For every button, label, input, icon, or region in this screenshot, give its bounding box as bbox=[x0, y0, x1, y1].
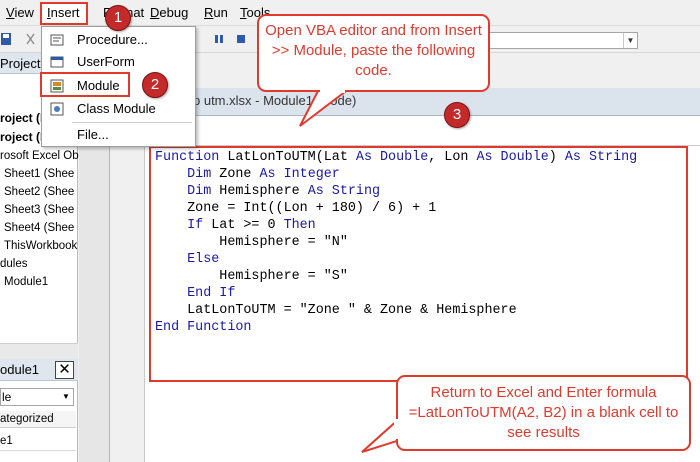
tree-item-modules[interactable]: dules bbox=[0, 256, 28, 273]
callout-instruction-top: Open VBA editor and from Insert >> Modul… bbox=[257, 14, 490, 92]
module-item-highlight bbox=[40, 72, 130, 97]
menu-item-file[interactable]: File... bbox=[42, 123, 195, 147]
tree-item-sheet3[interactable]: Sheet3 (Shee bbox=[4, 202, 74, 219]
code-line: End Function bbox=[155, 320, 252, 335]
code-line: If Lat >= 0 Then bbox=[155, 218, 316, 233]
code-line: End If bbox=[155, 286, 236, 301]
code-window-titlebar: p utm.xlsx - Module1 (Code) bbox=[110, 88, 700, 116]
code-line: Hemisphere = "N" bbox=[155, 235, 348, 250]
code-window-title: p utm.xlsx - Module1 (Code) bbox=[193, 93, 357, 108]
menu-item-procedure[interactable]: Procedure... bbox=[42, 28, 195, 52]
step-badge-2: 2 bbox=[142, 72, 168, 98]
properties-object-value: le bbox=[2, 390, 12, 404]
menu-item-label: File... bbox=[77, 127, 109, 142]
userform-icon bbox=[50, 56, 64, 68]
menu-insert[interactable]: Insert bbox=[47, 5, 80, 21]
step-badge-1: 1 bbox=[105, 5, 131, 31]
menu-item-userform[interactable]: UserForm bbox=[42, 50, 195, 74]
properties-pane-header: odule1 ✕ bbox=[0, 359, 78, 381]
tree-item-sheet1[interactable]: Sheet1 (Shee bbox=[4, 166, 74, 183]
pause-icon[interactable] bbox=[212, 32, 226, 46]
menu-item-label: Class Module bbox=[77, 101, 156, 116]
project-pane-title: Project bbox=[0, 56, 41, 71]
tree-item-thisworkbook[interactable]: ThisWorkbook bbox=[4, 238, 77, 255]
code-line: Zone = Int((Lon + 180) / 6) + 1 bbox=[155, 201, 437, 216]
cut-icon[interactable] bbox=[24, 32, 38, 46]
class-module-icon bbox=[50, 102, 64, 116]
properties-object-select[interactable]: le ▼ bbox=[0, 388, 74, 406]
menu-debug[interactable]: Debug bbox=[150, 5, 188, 21]
step-badge-3: 3 bbox=[444, 102, 470, 128]
menu-item-class-module[interactable]: Class Module bbox=[42, 97, 195, 121]
code-window-selectors bbox=[110, 116, 700, 146]
pointer-join-top bbox=[320, 89, 345, 93]
chevron-down-icon: ▼ bbox=[623, 33, 637, 48]
code-line: Hemisphere = "S" bbox=[155, 269, 348, 284]
properties-pane-title: odule1 bbox=[0, 362, 40, 377]
project-pane-scrollbar[interactable] bbox=[0, 343, 78, 359]
code-editor[interactable]: Function LatLonToUTM(Lat As Double, Lon … bbox=[149, 146, 688, 382]
pointer-join-bottom bbox=[394, 419, 399, 439]
code-margin bbox=[110, 146, 145, 462]
property-name-value[interactable]: e1 bbox=[0, 431, 76, 451]
save-icon[interactable] bbox=[0, 32, 14, 46]
menu-run[interactable]: Run bbox=[204, 5, 228, 21]
tree-item-sheet4[interactable]: Sheet4 (Shee bbox=[4, 220, 74, 237]
code-line: LatLonToUTM = "Zone " & Zone & Hemispher… bbox=[155, 303, 517, 318]
tree-item-excel-objects[interactable]: rosoft Excel Ob bbox=[0, 148, 79, 165]
menu-item-label: Procedure... bbox=[77, 32, 148, 47]
menu-view[interactable]: View bbox=[6, 5, 34, 21]
stop-icon[interactable] bbox=[234, 32, 248, 46]
callout-instruction-bottom: Return to Excel and Enter formula =LatLo… bbox=[396, 375, 691, 451]
code-line: Else bbox=[155, 252, 220, 267]
close-icon[interactable]: ✕ bbox=[55, 361, 74, 379]
tree-item-sheet2[interactable]: Sheet2 (Shee bbox=[4, 184, 74, 201]
procedure-icon bbox=[50, 34, 64, 46]
menu-item-label: UserForm bbox=[77, 54, 135, 69]
tree-item-module1[interactable]: Module1 bbox=[4, 274, 48, 291]
code-line: Function LatLonToUTM(Lat As Double, Lon … bbox=[155, 150, 638, 165]
chevron-down-icon: ▼ bbox=[62, 392, 70, 401]
code-line: Dim Hemisphere As String bbox=[155, 184, 381, 199]
vba-editor-screenshot: View Insert Format Debug Run Tools ▼ Pro… bbox=[0, 0, 700, 462]
code-line: Dim Zone As Integer bbox=[155, 167, 340, 182]
tab-categorized[interactable]: ategorized bbox=[0, 411, 76, 428]
